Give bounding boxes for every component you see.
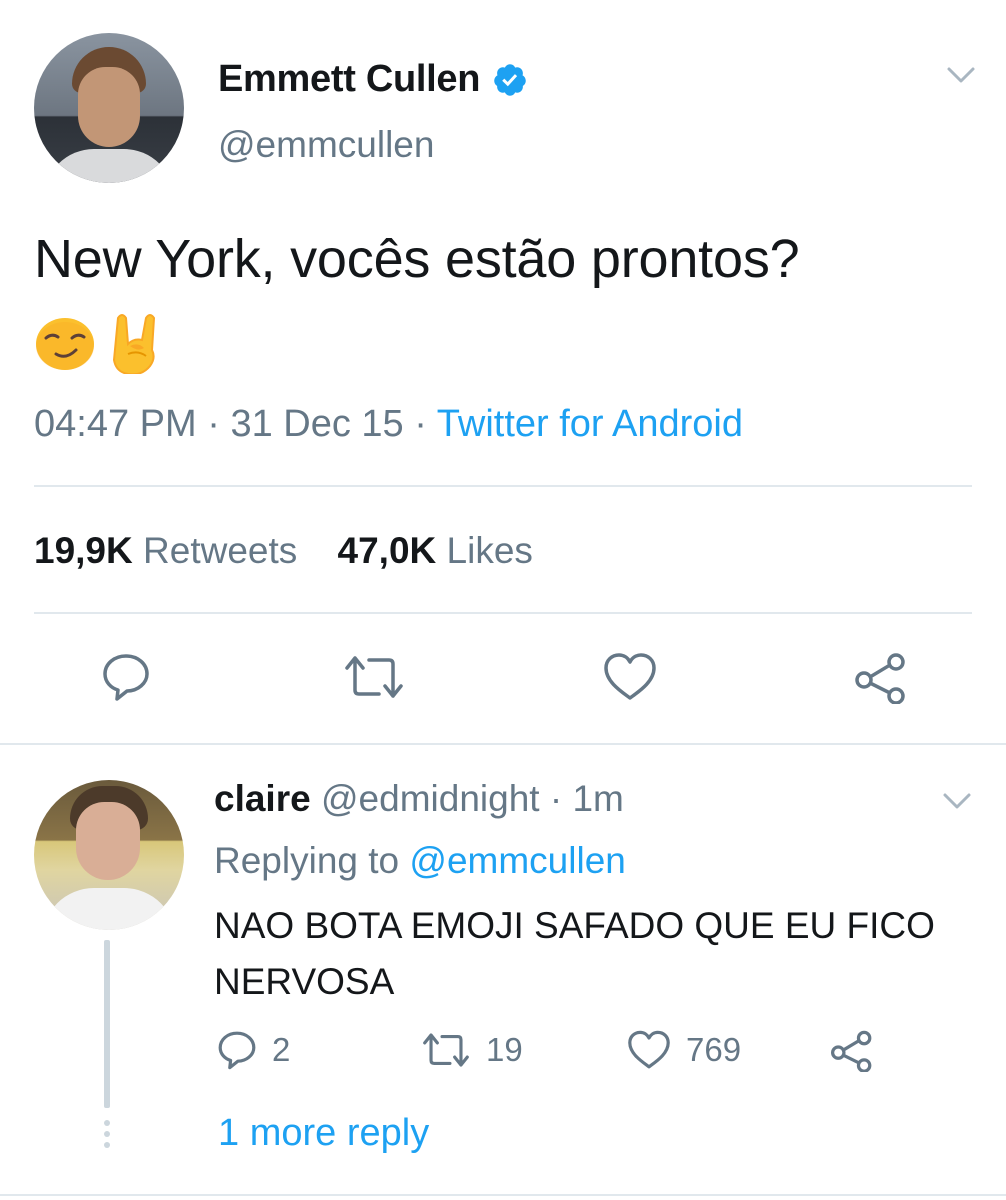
avatar-face — [76, 802, 140, 880]
divider — [34, 612, 972, 614]
author-avatar[interactable] — [34, 33, 184, 183]
more-replies-link[interactable]: 1 more reply — [218, 1112, 429, 1155]
share-button[interactable] — [854, 652, 908, 704]
thread-dot — [104, 1120, 110, 1126]
reply-like-button[interactable]: 769 — [626, 1030, 741, 1070]
reply-author-handle[interactable]: @edmidnight — [321, 778, 540, 819]
tweet-meta: 04:47 PM · 31 Dec 15 · Twitter for Andro… — [34, 403, 743, 446]
chevron-down-icon[interactable] — [946, 66, 976, 84]
retweet-button[interactable] — [341, 652, 407, 702]
reply-age: 1m — [572, 778, 624, 819]
avatar-shirt — [44, 149, 174, 183]
smirking-face-emoji-icon — [36, 318, 94, 370]
like-count: 769 — [686, 1031, 742, 1068]
reply-author-avatar[interactable] — [34, 780, 184, 930]
retweets-count: 19,9K — [34, 530, 133, 571]
like-button[interactable] — [602, 652, 658, 702]
heart-icon — [628, 1030, 670, 1069]
divider — [34, 485, 972, 487]
tweet-stats: 19,9K Retweets 47,0K Likes — [34, 530, 563, 572]
thread-dot — [104, 1142, 110, 1148]
verified-badge-icon — [494, 63, 526, 96]
reply-retweet-button[interactable]: 19 — [420, 1030, 523, 1070]
retweet-icon — [345, 656, 403, 698]
reply-separator: · — [549, 778, 563, 819]
avatar-shirt — [42, 888, 176, 930]
reply-share-button[interactable] — [830, 1030, 888, 1072]
heart-icon — [604, 653, 656, 700]
reply-text: NAO BOTA EMOJI SAFADO QUE EU FICO NERVOS… — [214, 905, 935, 1002]
reply-icon — [218, 1031, 256, 1070]
meta-separator: · — [414, 403, 427, 445]
meta-separator: · — [207, 403, 220, 445]
divider — [0, 743, 1006, 745]
author-display-name[interactable]: Emmett Cullen — [218, 58, 480, 101]
tweet-source-link[interactable]: Twitter for Android — [437, 403, 743, 445]
author-handle[interactable]: @emmcullen — [218, 124, 434, 166]
replying-to-mention[interactable]: @emmcullen — [409, 840, 625, 881]
retweets-stat[interactable]: 19,9K Retweets — [34, 530, 297, 571]
tweet-text: New York, vocês estão prontos? — [34, 229, 800, 289]
tweet-date: 31 Dec 15 — [230, 403, 404, 445]
thread-connector-line — [104, 940, 110, 1108]
likes-count: 47,0K — [337, 530, 437, 571]
tweet-detail-page: Emmett Cullen @emmcullen New York, vocês… — [0, 0, 1006, 1200]
retweets-label: Retweets — [143, 530, 298, 571]
thread-dot — [104, 1131, 110, 1137]
avatar-face — [78, 67, 140, 147]
tweet-emoji-row — [34, 308, 170, 374]
author-name-row[interactable]: Emmett Cullen — [218, 58, 528, 101]
replying-to: Replying to @emmcullen — [214, 840, 626, 882]
sign-of-the-horns-emoji-icon — [112, 314, 156, 374]
replying-to-prefix: Replying to — [214, 840, 400, 881]
likes-stat[interactable]: 47,0K Likes — [338, 530, 533, 571]
reply-button[interactable] — [100, 652, 152, 702]
reply-count: 2 — [272, 1031, 291, 1068]
retweet-icon — [423, 1033, 469, 1067]
tweet-time: 04:47 PM — [34, 403, 197, 445]
retweet-count: 19 — [486, 1031, 523, 1068]
divider — [0, 1194, 1006, 1196]
likes-label: Likes — [446, 530, 533, 571]
reply-author-name[interactable]: claire — [214, 778, 311, 819]
reply-reply-button[interactable]: 2 — [216, 1030, 290, 1070]
share-icon — [855, 653, 905, 704]
chevron-down-icon[interactable] — [942, 792, 972, 810]
share-icon — [831, 1030, 872, 1072]
reply-header: claire @edmidnight · 1m — [214, 778, 624, 820]
reply-icon — [103, 654, 149, 701]
